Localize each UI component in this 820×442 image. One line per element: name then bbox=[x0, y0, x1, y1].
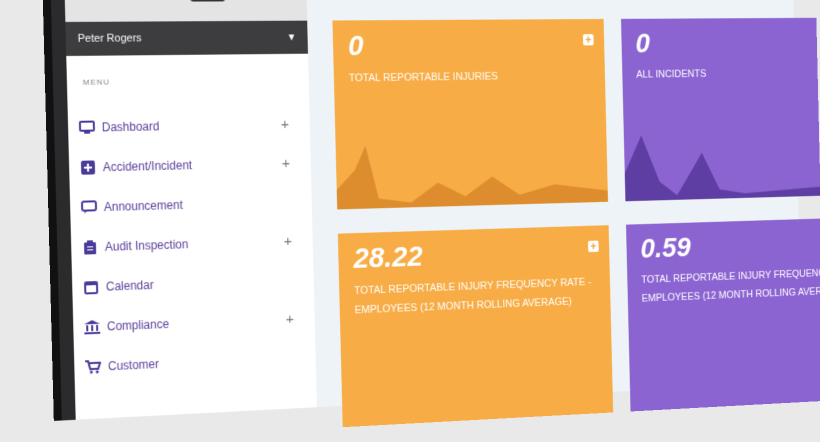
monitor-icon bbox=[78, 120, 96, 135]
bank-icon bbox=[83, 319, 101, 335]
logo bbox=[190, 0, 226, 2]
user-menu[interactable]: Peter Rogers ▼ bbox=[65, 20, 308, 56]
calendar-icon bbox=[82, 280, 100, 295]
expand-plus-icon[interactable]: + bbox=[286, 311, 295, 328]
sidebar-header bbox=[64, 0, 308, 22]
card-trifr-employees[interactable]: 28.22 TOTAL REPORTABLE INJURY FREQUENCY … bbox=[337, 225, 614, 428]
card-label: ALL INCIDENTS bbox=[636, 68, 707, 81]
expand-plus-icon[interactable]: + bbox=[281, 116, 290, 133]
plus-square-icon bbox=[79, 160, 97, 175]
sidebar-item-label: Compliance bbox=[106, 317, 170, 334]
sidebar: Peter Rogers ▼ MENU Dashboard + Accident… bbox=[64, 0, 317, 420]
dashboard-main: 0 TOTAL REPORTABLE INJURIES + 0 ALL INCI… bbox=[317, 0, 820, 428]
sidebar-item-label: Calendar bbox=[105, 278, 154, 294]
app-screen: Peter Rogers ▼ MENU Dashboard + Accident… bbox=[64, 0, 820, 428]
user-name: Peter Rogers bbox=[77, 32, 142, 45]
expand-plus-icon[interactable]: + bbox=[284, 233, 293, 250]
card-trifr-rate[interactable]: 0.59 TOTAL REPORTABLE INJURY FREQUENCY R… bbox=[626, 218, 820, 412]
expand-icon[interactable]: + bbox=[587, 240, 599, 253]
caret-down-icon: ▼ bbox=[286, 31, 297, 43]
menu-heading: MENU bbox=[82, 77, 111, 87]
sidebar-item-label: Dashboard bbox=[101, 119, 160, 135]
sidebar-item-label: Customer bbox=[107, 357, 160, 374]
expand-icon[interactable]: + bbox=[582, 33, 594, 46]
card-total-reportable-injuries[interactable]: 0 TOTAL REPORTABLE INJURIES + bbox=[332, 18, 609, 210]
sidebar-item-accident-incident[interactable]: Accident/Incident + bbox=[69, 143, 312, 188]
sidebar-item-label: Announcement bbox=[103, 198, 183, 215]
sidebar-item-dashboard[interactable]: Dashboard + bbox=[68, 104, 311, 148]
sidebar-item-label: Accident/Incident bbox=[102, 158, 193, 175]
sparkline-area bbox=[623, 131, 820, 202]
sparkline-area bbox=[335, 140, 609, 210]
sidebar-menu: Dashboard + Accident/Incident + Announce… bbox=[68, 104, 317, 388]
card-all-incidents[interactable]: 0 ALL INCIDENTS bbox=[620, 17, 820, 202]
card-value: 0 bbox=[347, 29, 364, 63]
sidebar-item-label: Audit Inspection bbox=[104, 237, 189, 254]
cart-icon bbox=[84, 360, 102, 375]
clipboard-icon bbox=[81, 240, 99, 255]
card-value: 0 bbox=[635, 28, 651, 59]
message-icon bbox=[80, 200, 98, 214]
card-value: 0.59 bbox=[640, 231, 692, 265]
expand-plus-icon[interactable]: + bbox=[282, 155, 291, 172]
card-label: TOTAL REPORTABLE INJURIES bbox=[348, 70, 499, 85]
